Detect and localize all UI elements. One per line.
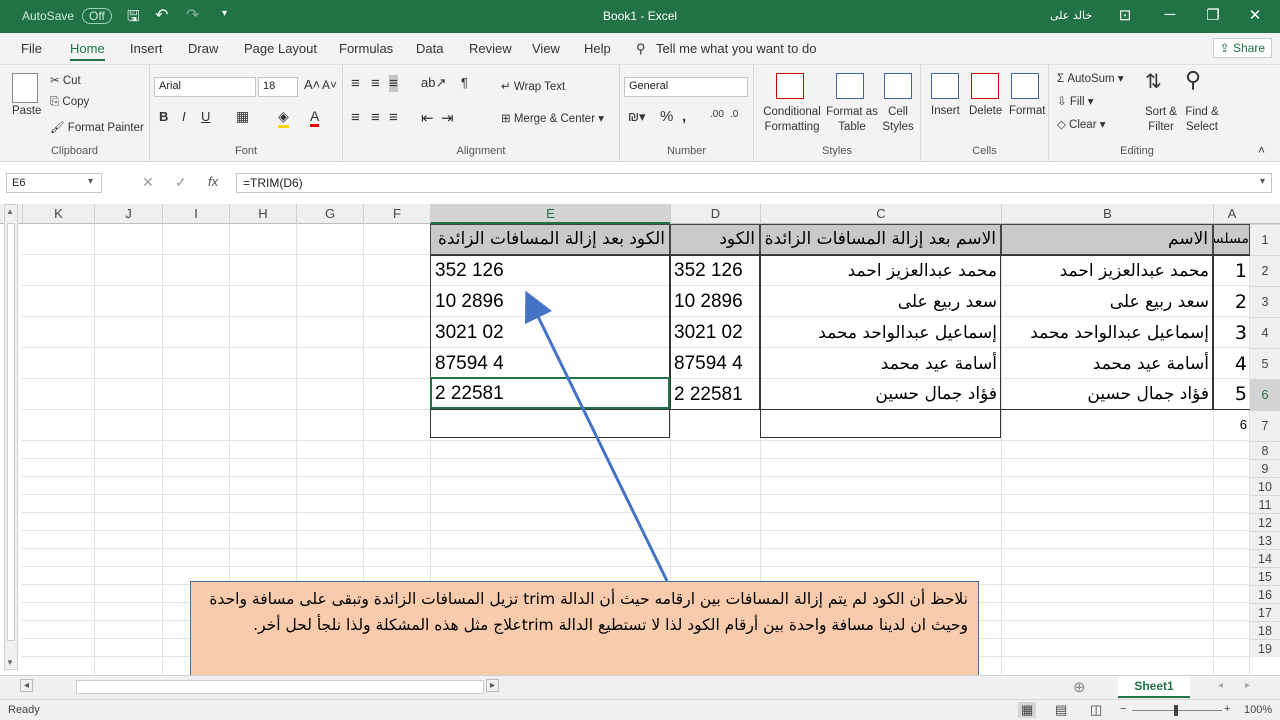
zoom-out-icon[interactable]: − <box>1120 703 1126 715</box>
sheet-tab-sheet1[interactable]: Sheet1 <box>1118 676 1190 698</box>
explanation-note: نلاحظ أن الكود لم يتم إزالة المسافات بين… <box>190 581 979 677</box>
sheet-tab-bar: ◂ ▸ ⊕ Sheet1 ◂ ▸ <box>0 675 1280 699</box>
next-sheet-icon[interactable]: ▸ <box>1245 680 1250 691</box>
status-bar: Ready ▦ ▤ ◫ − + 100% <box>0 699 1280 720</box>
normal-view-icon[interactable]: ▦ <box>1018 702 1037 718</box>
horizontal-scrollbar[interactable] <box>76 680 484 694</box>
prev-sheet-icon[interactable]: ◂ <box>1218 680 1223 691</box>
page-layout-view-icon[interactable]: ▤ <box>1055 702 1067 718</box>
page-break-view-icon[interactable]: ◫ <box>1090 702 1102 718</box>
scroll-left-icon[interactable]: ◂ <box>20 679 34 692</box>
new-sheet-icon[interactable]: ⊕ <box>1073 678 1086 696</box>
status-ready: Ready <box>8 704 40 716</box>
zoom-slider-thumb[interactable] <box>1174 705 1178 716</box>
zoom-in-icon[interactable]: + <box>1224 703 1230 715</box>
scroll-right-icon[interactable]: ▸ <box>486 679 500 692</box>
zoom-level[interactable]: 100% <box>1244 704 1272 716</box>
arrow-line <box>525 290 669 582</box>
